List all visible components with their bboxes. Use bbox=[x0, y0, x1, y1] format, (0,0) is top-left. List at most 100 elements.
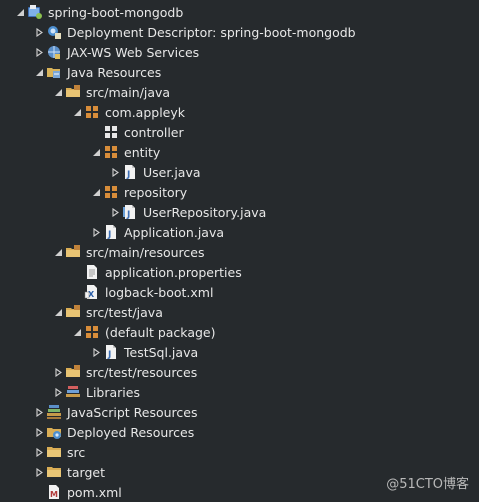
tree-node-deployment-descriptor[interactable]: Deployment Descriptor: spring-boot-mongo… bbox=[0, 22, 479, 42]
source-folder-icon bbox=[65, 84, 81, 100]
tree-node-package-com-appleyk[interactable]: com.appleyk bbox=[0, 102, 479, 122]
properties-file-icon bbox=[84, 264, 100, 280]
tree-node-src-test-resources[interactable]: src/test/resources bbox=[0, 362, 479, 382]
expanded-arrow-icon[interactable] bbox=[13, 2, 27, 22]
svg-text:J: J bbox=[107, 230, 111, 240]
source-folder-icon bbox=[65, 364, 81, 380]
folder-icon bbox=[46, 444, 62, 460]
tree-node-label: Java Resources bbox=[67, 64, 162, 80]
package-icon bbox=[84, 104, 100, 120]
folder-icon bbox=[46, 464, 62, 480]
tree-node-file-logback-boot-xml[interactable]: X logback-boot.xml bbox=[0, 282, 479, 302]
package-icon bbox=[84, 324, 100, 340]
libraries-icon bbox=[65, 384, 81, 400]
tree-node-label: src/test/java bbox=[86, 304, 163, 320]
tree-node-src-main-java[interactable]: src/main/java bbox=[0, 82, 479, 102]
tree-node-label: JavaScript Resources bbox=[67, 404, 198, 420]
tree-node-label: pom.xml bbox=[67, 484, 122, 500]
tree-node-label: src/main/resources bbox=[86, 244, 205, 260]
xml-file-icon: X bbox=[84, 284, 100, 300]
tree-node-label: target bbox=[67, 464, 106, 480]
tree-node-label: JAX-WS Web Services bbox=[67, 44, 200, 60]
tree-node-package-entity[interactable]: entity bbox=[0, 142, 479, 162]
tree-node-label: src/test/resources bbox=[86, 364, 198, 380]
expanded-arrow-icon[interactable] bbox=[70, 102, 84, 122]
tree-node-label: (default package) bbox=[105, 324, 216, 340]
package-icon bbox=[103, 144, 119, 160]
package-icon bbox=[103, 184, 119, 200]
collapsed-arrow-icon[interactable] bbox=[89, 342, 103, 362]
tree-node-label: User.java bbox=[143, 164, 201, 180]
svg-text:J: J bbox=[107, 350, 111, 360]
web-services-icon bbox=[46, 44, 62, 60]
tree-node-file-user-java[interactable]: J User.java bbox=[0, 162, 479, 182]
tree-node-package-repository[interactable]: repository bbox=[0, 182, 479, 202]
tree-node-label: Deployed Resources bbox=[67, 424, 195, 440]
tree-node-label: application.properties bbox=[105, 264, 242, 280]
empty-package-icon bbox=[103, 124, 119, 140]
maven-pom-file-icon: M bbox=[46, 484, 62, 500]
tree-node-package-default[interactable]: (default package) bbox=[0, 322, 479, 342]
deployment-descriptor-icon bbox=[46, 24, 62, 40]
collapsed-arrow-icon[interactable] bbox=[32, 22, 46, 42]
tree-node-label: com.appleyk bbox=[105, 104, 185, 120]
svg-text:J: J bbox=[126, 210, 130, 220]
tree-node-file-application-properties[interactable]: application.properties bbox=[0, 262, 479, 282]
tree-node-label: src/main/java bbox=[86, 84, 171, 100]
tree-node-src-test-java[interactable]: src/test/java bbox=[0, 302, 479, 322]
collapsed-arrow-icon[interactable] bbox=[32, 42, 46, 62]
collapsed-arrow-icon[interactable] bbox=[108, 162, 122, 182]
expanded-arrow-icon[interactable] bbox=[70, 322, 84, 342]
java-interface-file-icon: J bbox=[122, 204, 138, 220]
collapsed-arrow-icon[interactable] bbox=[32, 462, 46, 482]
tree-node-file-userrepository-java[interactable]: J UserRepository.java bbox=[0, 202, 479, 222]
java-file-icon: J bbox=[103, 344, 119, 360]
tree-node-file-application-java[interactable]: J Application.java bbox=[0, 222, 479, 242]
tree-node-label: TestSql.java bbox=[124, 344, 199, 360]
tree-node-label: Application.java bbox=[124, 224, 225, 240]
tree-node-label: logback-boot.xml bbox=[105, 284, 214, 300]
collapsed-arrow-icon[interactable] bbox=[51, 382, 65, 402]
watermark: @51CTO博客 bbox=[386, 477, 469, 492]
source-folder-icon bbox=[65, 304, 81, 320]
collapsed-arrow-icon[interactable] bbox=[108, 202, 122, 222]
expanded-arrow-icon[interactable] bbox=[89, 142, 103, 162]
tree-node-folder-src[interactable]: src bbox=[0, 442, 479, 462]
tree-node-label: Libraries bbox=[86, 384, 140, 400]
collapsed-arrow-icon[interactable] bbox=[32, 422, 46, 442]
expanded-arrow-icon[interactable] bbox=[51, 82, 65, 102]
tree-node-label: src bbox=[67, 444, 86, 460]
tree-node-label: UserRepository.java bbox=[143, 204, 267, 220]
tree-node-deployed-resources[interactable]: Deployed Resources bbox=[0, 422, 479, 442]
tree-node-java-resources[interactable]: Java Resources bbox=[0, 62, 479, 82]
tree-node-package-controller[interactable]: controller bbox=[0, 122, 479, 142]
tree-node-project-spring-boot-mongodb[interactable]: spring-boot-mongodb bbox=[0, 2, 479, 22]
tree-node-label: controller bbox=[124, 124, 184, 140]
collapsed-arrow-icon[interactable] bbox=[51, 362, 65, 382]
tree-node-src-main-resources[interactable]: src/main/resources bbox=[0, 242, 479, 262]
expanded-arrow-icon[interactable] bbox=[51, 242, 65, 262]
tree-node-label: repository bbox=[124, 184, 188, 200]
tree-node-label: entity bbox=[124, 144, 161, 160]
project-icon bbox=[27, 4, 43, 20]
expanded-arrow-icon[interactable] bbox=[89, 182, 103, 202]
javascript-resources-icon bbox=[46, 404, 62, 420]
expanded-arrow-icon[interactable] bbox=[51, 302, 65, 322]
tree-node-javascript-resources[interactable]: JavaScript Resources bbox=[0, 402, 479, 422]
tree-node-label: Deployment Descriptor: spring-boot-mongo… bbox=[67, 24, 356, 40]
svg-text:J: J bbox=[126, 170, 130, 180]
svg-text:M: M bbox=[50, 490, 58, 499]
java-resources-icon bbox=[46, 64, 62, 80]
tree-node-libraries[interactable]: Libraries bbox=[0, 382, 479, 402]
collapsed-arrow-icon[interactable] bbox=[32, 402, 46, 422]
java-file-icon: J bbox=[122, 164, 138, 180]
expanded-arrow-icon[interactable] bbox=[32, 62, 46, 82]
collapsed-arrow-icon[interactable] bbox=[89, 222, 103, 242]
collapsed-arrow-icon[interactable] bbox=[32, 442, 46, 462]
tree-node-jax-ws-web-services[interactable]: JAX-WS Web Services bbox=[0, 42, 479, 62]
tree-node-file-testsql-java[interactable]: J TestSql.java bbox=[0, 342, 479, 362]
java-file-icon: J bbox=[103, 224, 119, 240]
